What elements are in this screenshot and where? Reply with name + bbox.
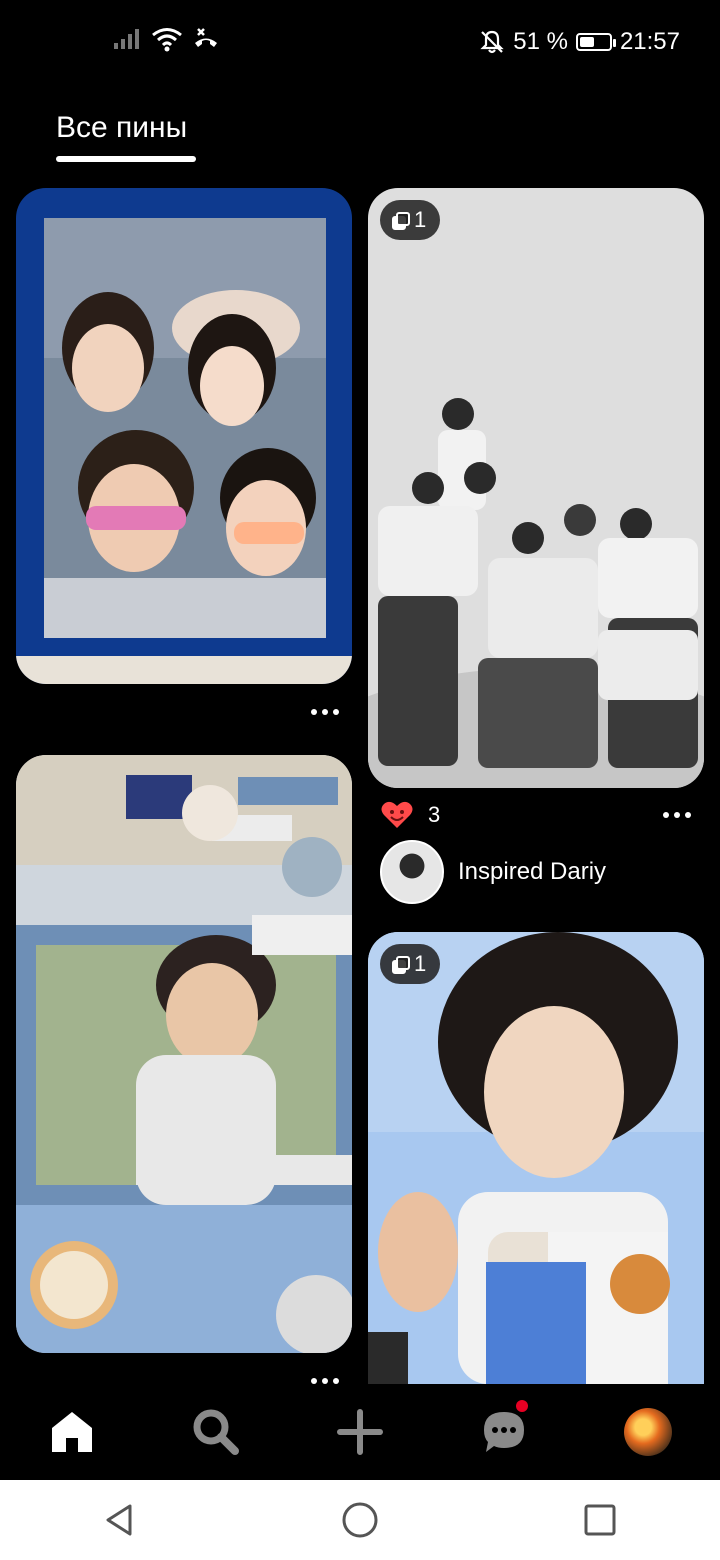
pin-image	[16, 188, 352, 684]
battery-fill	[579, 37, 595, 47]
nav-create[interactable]	[320, 1392, 400, 1472]
pin-author[interactable]: Inspired Dariy	[380, 840, 606, 904]
pin-card[interactable]	[16, 755, 352, 1353]
tab-all-pins[interactable]: Все пины	[56, 108, 196, 162]
pin-more-button[interactable]	[305, 700, 345, 724]
battery-percent: 51 %	[513, 28, 568, 55]
plus-icon	[337, 1409, 383, 1455]
badge-count: 1	[414, 951, 427, 976]
nav-messages[interactable]	[464, 1392, 544, 1472]
back-triangle-icon	[106, 1504, 132, 1536]
wifi-icon	[152, 28, 182, 52]
battery-icon	[575, 33, 616, 51]
heart-reaction-icon	[381, 801, 413, 828]
system-recents[interactable]	[560, 1490, 640, 1550]
system-home[interactable]	[320, 1490, 400, 1550]
call-forward-icon	[195, 28, 217, 47]
status-right: 51 % 21:57	[479, 26, 680, 58]
nav-profile[interactable]	[608, 1392, 688, 1472]
pin-image	[368, 188, 704, 788]
tab-active-indicator	[56, 156, 196, 162]
pin-card[interactable]: 1	[368, 188, 704, 788]
system-back[interactable]	[80, 1490, 160, 1550]
nav-search[interactable]	[176, 1392, 256, 1472]
author-avatar	[380, 840, 444, 904]
profile-avatar	[624, 1408, 672, 1456]
author-name: Inspired Dariy	[458, 858, 607, 885]
pin-more-button[interactable]	[657, 803, 697, 827]
home-circle-icon	[342, 1502, 378, 1538]
pin-card[interactable]	[16, 188, 352, 684]
clock: 21:57	[619, 28, 680, 55]
system-nav-bar	[0, 1480, 720, 1560]
reaction-summary[interactable]: 3	[380, 798, 440, 832]
pin-card[interactable]: 1	[368, 932, 704, 1384]
chat-icon	[484, 1412, 524, 1452]
bell-muted-icon	[480, 30, 504, 54]
tab-all-pins-label: Все пины	[56, 111, 188, 144]
home-icon	[52, 1412, 92, 1452]
reaction-count: 3	[428, 802, 441, 827]
search-icon	[193, 1409, 239, 1455]
notification-dot	[516, 1400, 528, 1412]
status-left-icons	[112, 26, 220, 52]
status-bar: 51 % 21:57	[0, 0, 720, 84]
recents-square-icon	[584, 1504, 616, 1536]
multi-image-badge: 1	[380, 200, 440, 240]
signal-icon	[114, 29, 139, 49]
pages-icon	[392, 956, 410, 974]
multi-image-badge: 1	[380, 944, 440, 984]
pin-image	[368, 932, 704, 1384]
bottom-nav	[0, 1384, 720, 1480]
pages-icon	[392, 212, 410, 230]
pin-image	[16, 755, 352, 1353]
nav-home[interactable]	[32, 1392, 112, 1472]
badge-count: 1	[414, 207, 427, 232]
